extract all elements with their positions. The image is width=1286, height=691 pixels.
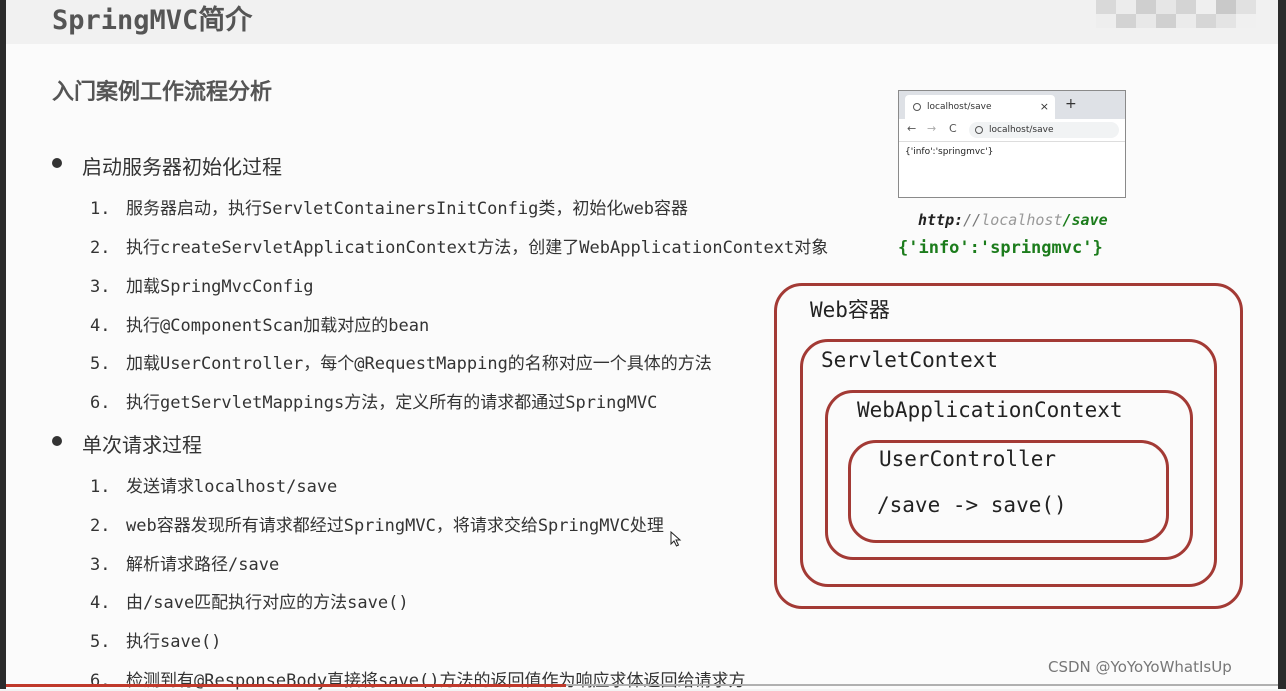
mouse-cursor-icon xyxy=(670,531,682,547)
step-text: 执行getServletMappings方法，定义所有的请求都通过SpringM… xyxy=(126,393,658,413)
step-text: 服务器启动，执行ServletContainersInitConfig类，初始化… xyxy=(126,199,689,219)
browser-tab: localhost/save × xyxy=(905,95,1055,119)
slide-subtitle: 入门案例工作流程分析 xyxy=(52,80,273,105)
right-frame xyxy=(1278,0,1286,689)
step-text: 执行createServletApplicationContext方法，创建了W… xyxy=(126,238,829,258)
back-arrow-icon: ← xyxy=(907,122,917,135)
watermark: CSDN @YoYoYoWhatIsUp xyxy=(1048,658,1232,676)
plus-icon: + xyxy=(1065,96,1077,112)
step-number: 4. xyxy=(90,316,111,336)
list-item: 2. web容器发现所有请求都经过SpringMVC，将请求交给SpringMVC… xyxy=(90,511,664,536)
step-number: 5. xyxy=(90,632,111,652)
url-path: /save xyxy=(1062,211,1108,229)
web-container-label: Web容器 xyxy=(810,298,890,322)
browser-page-body: {'info':'springmvc'} xyxy=(905,147,994,157)
step-text: 解析请求路径/save xyxy=(126,555,280,575)
web-app-context-label: WebApplicationContext xyxy=(857,398,1123,422)
step-number: 1. xyxy=(90,477,111,497)
address-text: localhost/save xyxy=(989,125,1054,135)
step-text: 加载SpringMvcConfig xyxy=(126,277,314,297)
url-host: localhost xyxy=(981,211,1063,229)
list-item: 2. 执行createServletApplicationContext方法，创建… xyxy=(90,233,828,258)
step-text: 检测到有@ResponseBody直接将save()方法的返回值作为响应求体返回… xyxy=(126,671,746,691)
step-text: 执行save() xyxy=(126,632,222,652)
browser-toolbar: ← → C localhost/save xyxy=(899,119,1125,142)
step-number: 2. xyxy=(90,238,111,258)
list-item: 1. 发送请求localhost/save xyxy=(90,472,337,497)
servlet-context-label: ServletContext xyxy=(821,348,999,372)
list-item: 5. 加载UserController，每个@RequestMapping的名称对… xyxy=(90,349,712,374)
step-number: 3. xyxy=(90,555,111,575)
reload-icon: C xyxy=(949,122,957,135)
request-url: http://localhost/save xyxy=(918,211,1108,229)
step-text: 由/save匹配执行对应的方法save() xyxy=(126,593,409,613)
step-number: 3. xyxy=(90,277,111,297)
list-item: 6. 执行getServletMappings方法，定义所有的请求都通过Sprin… xyxy=(90,388,657,413)
step-text: 加载UserController，每个@RequestMapping的名称对应一… xyxy=(126,354,712,374)
slide: SpringMVC简介 入门案例工作流程分析 启动服务器初始化过程 1. 服务器启… xyxy=(6,0,1278,691)
step-number: 6. xyxy=(90,393,111,413)
list-item: 4. 由/save匹配执行对应的方法save() xyxy=(90,588,409,613)
list-item: 5. 执行save() xyxy=(90,627,221,652)
response-json: {'info':'springmvc'} xyxy=(898,238,1103,258)
list-item: 4. 执行@ComponentScan加载对应的bean xyxy=(90,311,429,336)
user-controller-label: UserController xyxy=(879,447,1057,471)
step-number: 2. xyxy=(90,516,111,536)
step-number: 4. xyxy=(90,593,111,613)
mapping-label: /save -> save() xyxy=(877,493,1067,517)
info-icon xyxy=(975,126,983,134)
list-item: 3. 解析请求路径/save xyxy=(90,550,279,575)
list-item: 3. 加载SpringMvcConfig xyxy=(90,272,314,297)
pixelated-region-graphic xyxy=(1096,0,1256,28)
step-number: 5. xyxy=(90,354,111,374)
url-protocol: http: xyxy=(918,211,964,229)
bullet-icon xyxy=(52,158,62,168)
section-title: 启动服务器初始化过程 xyxy=(82,155,282,179)
step-number: 1. xyxy=(90,199,111,219)
footer-accent xyxy=(6,684,566,687)
slide-title: SpringMVC简介 xyxy=(52,5,253,36)
tab-label: localhost/save xyxy=(927,102,992,112)
section-title: 单次请求过程 xyxy=(82,433,202,457)
step-text: 发送请求localhost/save xyxy=(126,477,338,497)
forward-arrow-icon: → xyxy=(927,122,937,135)
pixelated-region xyxy=(1096,0,1256,28)
globe-icon xyxy=(913,103,921,111)
address-bar: localhost/save xyxy=(969,122,1119,138)
list-item: 6. 检测到有@ResponseBody直接将save()方法的返回值作为响应求体… xyxy=(90,666,745,691)
step-number: 6. xyxy=(90,671,111,691)
bullet-icon xyxy=(52,436,62,446)
step-text: 执行@ComponentScan加载对应的bean xyxy=(126,316,430,336)
step-text: web容器发现所有请求都经过SpringMVC，将请求交给SpringMVC处理 xyxy=(126,516,664,536)
close-icon: × xyxy=(1039,100,1049,113)
list-item: 1. 服务器启动，执行ServletContainersInitConfig类，初… xyxy=(90,194,688,219)
browser-screenshot: localhost/save × + ← → C localhost/save … xyxy=(898,90,1126,198)
browser-tabstrip: localhost/save × + xyxy=(899,91,1125,119)
url-slashes: // xyxy=(963,211,982,229)
